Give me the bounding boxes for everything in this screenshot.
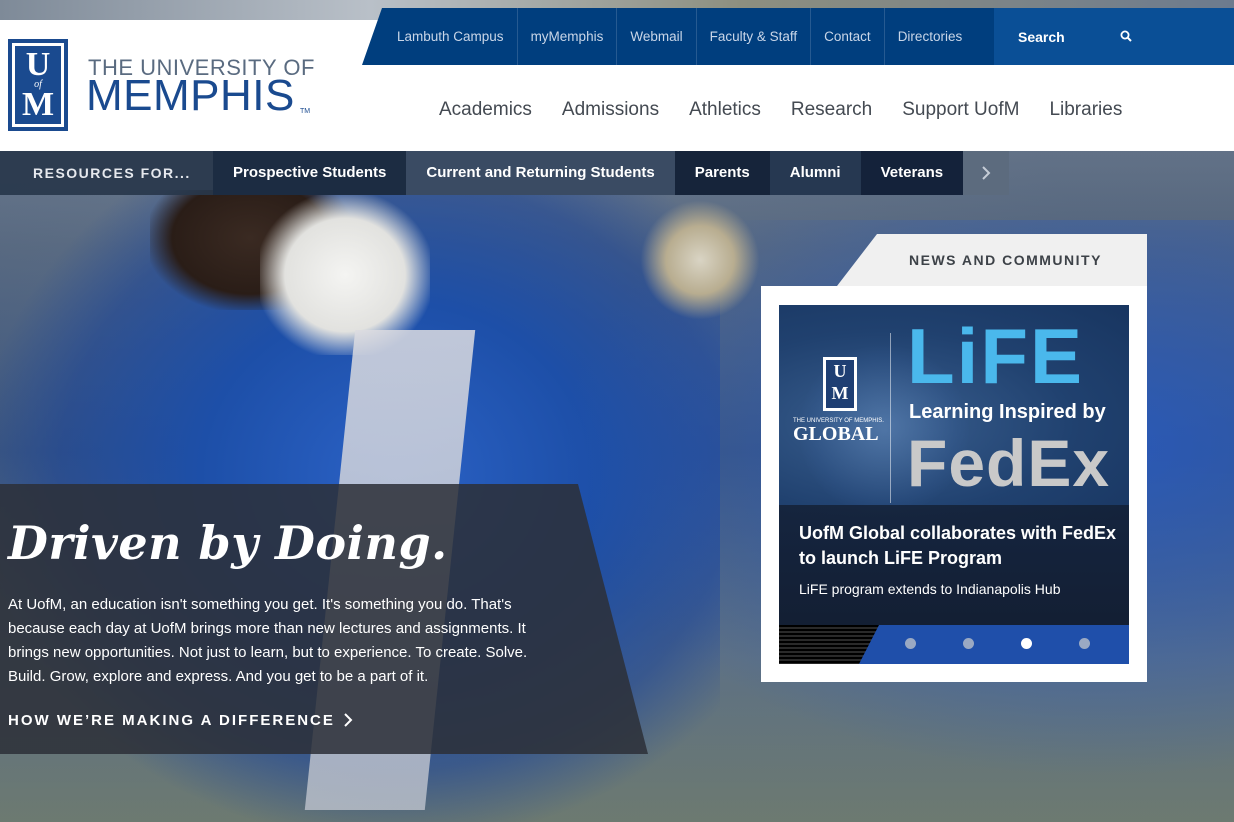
logo-trademark: TM: [300, 108, 311, 115]
carousel-dots: [905, 638, 1129, 649]
news-headline[interactable]: UofM Global collaborates with FedEx to l…: [799, 521, 1119, 571]
utility-link-faculty-staff[interactable]: Faculty & Staff: [697, 8, 812, 65]
life-title: LiFE: [907, 312, 1084, 400]
utility-nav: Lambuth Campus myMemphis Webmail Faculty…: [384, 8, 975, 65]
chevron-right-icon: [344, 713, 353, 727]
search-button[interactable]: Search: [994, 8, 1234, 65]
resource-veterans[interactable]: Veterans: [860, 151, 964, 195]
carousel-dot-3[interactable]: [1021, 638, 1032, 649]
global-logo-text: GLOBAL: [793, 423, 879, 445]
resources-label: RESOURCES FOR...: [0, 151, 213, 195]
hero-title: Driven by Doing.: [8, 516, 448, 570]
nav-support-uofm[interactable]: Support UofM: [887, 92, 1034, 128]
resource-current-returning-students[interactable]: Current and Returning Students: [406, 151, 675, 195]
global-mark-m: M: [831, 383, 849, 403]
carousel-dot-2[interactable]: [963, 638, 974, 649]
resources-bar: RESOURCES FOR... Prospective Students Cu…: [0, 151, 1022, 195]
resource-parents[interactable]: Parents: [674, 151, 770, 195]
nav-libraries[interactable]: Libraries: [1034, 92, 1137, 128]
resource-prospective-students[interactable]: Prospective Students: [213, 151, 407, 195]
utility-link-contact[interactable]: Contact: [811, 8, 885, 65]
carousel-dot-1[interactable]: [905, 638, 916, 649]
utility-link-mymemphis[interactable]: myMemphis: [518, 8, 618, 65]
university-logo[interactable]: U of M THE UNIVERSITY OF MEMPHIS TM: [8, 39, 318, 131]
search-label: Search: [1018, 28, 1065, 45]
utility-link-webmail[interactable]: Webmail: [617, 8, 697, 65]
uofm-global-mark-icon: U M: [823, 357, 857, 411]
image-divider: [890, 333, 891, 503]
search-icon: [1120, 30, 1132, 42]
news-subtitle: LiFE program extends to Indianapolis Hub: [799, 581, 1061, 597]
logo-mark-m: M: [21, 86, 55, 123]
hero-link-label: HOW WE’RE MAKING A DIFFERENCE: [8, 711, 335, 729]
logo-text-line2: MEMPHIS: [86, 71, 295, 120]
news-slide-image: U M THE UNIVERSITY OF MEMPHIS. GLOBAL Li…: [779, 305, 1129, 520]
carousel-dot-4[interactable]: [1079, 638, 1090, 649]
chevron-right-icon: [982, 166, 991, 180]
main-nav: Academics Admissions Athletics Research …: [424, 92, 1137, 128]
hero-trumpet: [640, 200, 760, 320]
resource-alumni[interactable]: Alumni: [769, 151, 861, 195]
nav-admissions[interactable]: Admissions: [547, 92, 674, 128]
nav-athletics[interactable]: Athletics: [674, 92, 776, 128]
utility-link-lambuth-campus[interactable]: Lambuth Campus: [384, 8, 518, 65]
resources-next-button[interactable]: [963, 151, 1010, 195]
utility-link-directories[interactable]: Directories: [885, 8, 976, 65]
nav-research[interactable]: Research: [776, 92, 887, 128]
news-tab-label: NEWS AND COMMUNITY: [909, 252, 1102, 268]
news-slide[interactable]: U M THE UNIVERSITY OF MEMPHIS. GLOBAL Li…: [779, 305, 1129, 664]
fedex-text: FedEx: [907, 426, 1111, 500]
life-subtitle: Learning Inspired by: [909, 401, 1106, 423]
global-mark-u: U: [833, 361, 847, 381]
hero-body: At UofM, an education isn't something yo…: [8, 596, 528, 685]
nav-academics[interactable]: Academics: [424, 92, 547, 128]
uofm-mark-icon: U of M: [8, 39, 68, 131]
hero-difference-link[interactable]: HOW WE’RE MAKING A DIFFERENCE: [8, 709, 353, 731]
